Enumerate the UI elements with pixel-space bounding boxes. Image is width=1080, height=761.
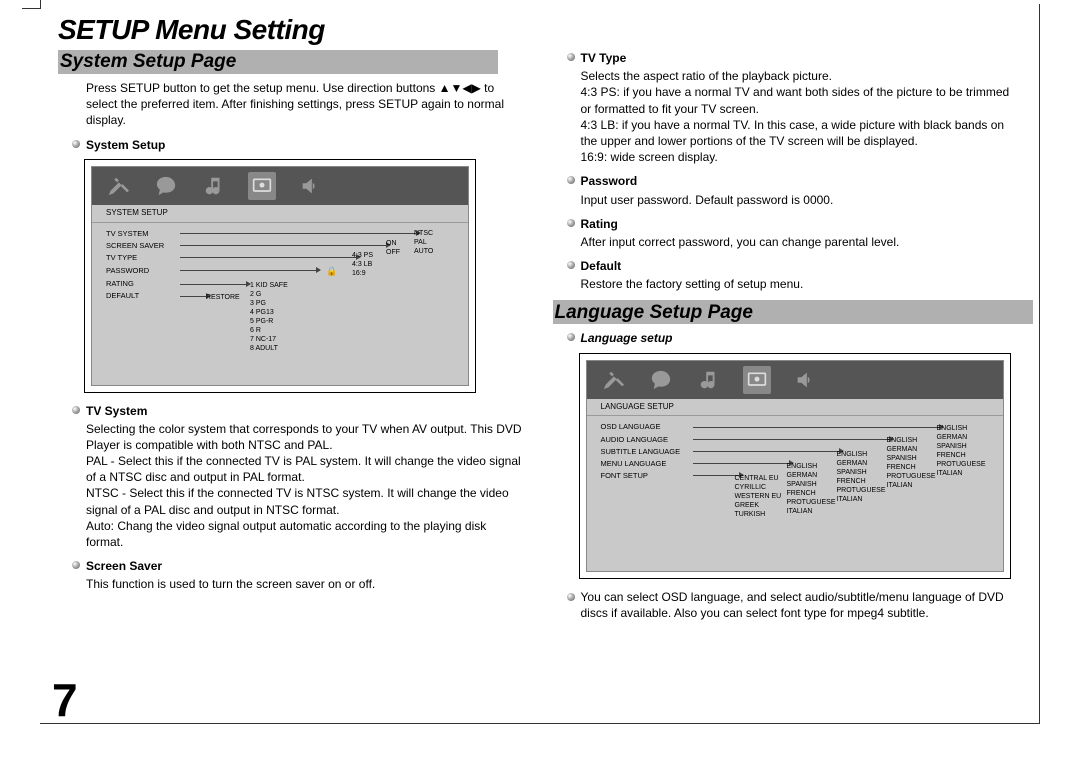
tools-icon [104, 172, 132, 200]
right-column: TV Type Selects the aspect ratio of the … [553, 50, 1022, 621]
osd-icon-row [92, 167, 468, 205]
osd-icon-row [587, 361, 1003, 399]
speaker-icon [296, 172, 324, 200]
osd-heading: SYSTEM SETUP [92, 205, 468, 223]
default-text: Restore the factory setting of setup men… [553, 276, 1022, 292]
font-opts: CENTRAL EU CYRILLIC WESTERN EU GREEK TUR… [735, 474, 782, 519]
page-frame: SETUP Menu Setting System Setup Page Pre… [40, 4, 1040, 724]
tvsys-opts: NTSC PAL AUTO [414, 229, 433, 256]
bullet-rating: Rating [553, 216, 1022, 232]
lang-footer: You can select OSD language, and select … [553, 589, 1022, 621]
section-bar-system: System Setup Page [58, 50, 498, 74]
music-icon [695, 366, 723, 394]
bullet-dot-icon [72, 561, 80, 569]
tools-icon [599, 366, 627, 394]
restore-opt: RESTORE [206, 293, 240, 302]
bullet-language-setup: Language setup [553, 330, 1022, 346]
bullet-password: Password [553, 173, 1022, 189]
page-title: SETUP Menu Setting [58, 14, 1021, 46]
bullet-system-setup-label: System Setup [86, 137, 165, 153]
left-column: System Setup Page Press SETUP button to … [58, 50, 527, 621]
bullet-dot-icon [567, 593, 575, 601]
osd-system-box: SYSTEM SETUP TV SYSTEM SCREEN SAVER TV T… [84, 159, 476, 393]
password-text: Input user password. Default password is… [553, 192, 1022, 208]
osd-lang-heading: LANGUAGE SETUP [587, 399, 1003, 417]
monitor-icon [743, 366, 771, 394]
lang-footer-text: You can select OSD language, and select … [581, 589, 1022, 621]
music-icon [200, 172, 228, 200]
monitor-icon [248, 172, 276, 200]
bullet-dot-icon [567, 333, 575, 341]
page-number: 7 [52, 673, 78, 727]
screen-saver-text: This function is used to turn the screen… [58, 576, 527, 592]
bullet-dot-icon [567, 53, 575, 61]
audio-opts: ENGLISH GERMAN SPANISH FRENCH PROTUGUESE… [887, 436, 936, 490]
bullet-dot-icon [567, 219, 575, 227]
bullet-dot-icon [72, 406, 80, 414]
bullet-default: Default [553, 258, 1022, 274]
bullet-dot-icon [72, 140, 80, 148]
sub-opts: ENGLISH GERMAN SPANISH FRENCH PROTUGUESE… [837, 450, 886, 504]
speaker-icon [791, 366, 819, 394]
tvtype-opts: 4:3 PS 4:3 LB 16:9 [352, 251, 373, 278]
bullet-screen-saver: Screen Saver [58, 558, 527, 574]
bullet-tv-system: TV System [58, 403, 527, 419]
tv-system-text: Selecting the color system that correspo… [58, 421, 527, 551]
bullet-dot-icon [567, 176, 575, 184]
crop-mark [22, 8, 40, 29]
bullet-tv-type: TV Type [553, 50, 1022, 66]
tv-type-text: Selects the aspect ratio of the playback… [553, 68, 1022, 165]
intro-paragraph: Press SETUP button to get the setup menu… [58, 80, 527, 129]
bullet-dot-icon [567, 261, 575, 269]
section-bar-system-label: System Setup Page [58, 49, 236, 75]
bullet-system-setup: System Setup [58, 137, 527, 153]
rating-opts: 1 KID SAFE 2 G 3 PG 4 PG13 5 PG-R 6 R 7 … [250, 281, 288, 353]
osd-opts: ENGLISH GERMAN SPANISH FRENCH PROTUGUESE… [937, 424, 986, 478]
section-bar-language: Language Setup Page [553, 300, 1033, 324]
rating-text: After input correct password, you can ch… [553, 234, 1022, 250]
menu-opts: ENGLISH GERMAN SPANISH FRENCH PROTUGUESE… [787, 462, 836, 516]
speech-icon [152, 172, 180, 200]
osd-language-box: LANGUAGE SETUP OSD LANGUAGE AUDIO LANGUA… [579, 353, 1011, 579]
onoff-opts: ON OFF [386, 239, 400, 257]
speech-icon [647, 366, 675, 394]
